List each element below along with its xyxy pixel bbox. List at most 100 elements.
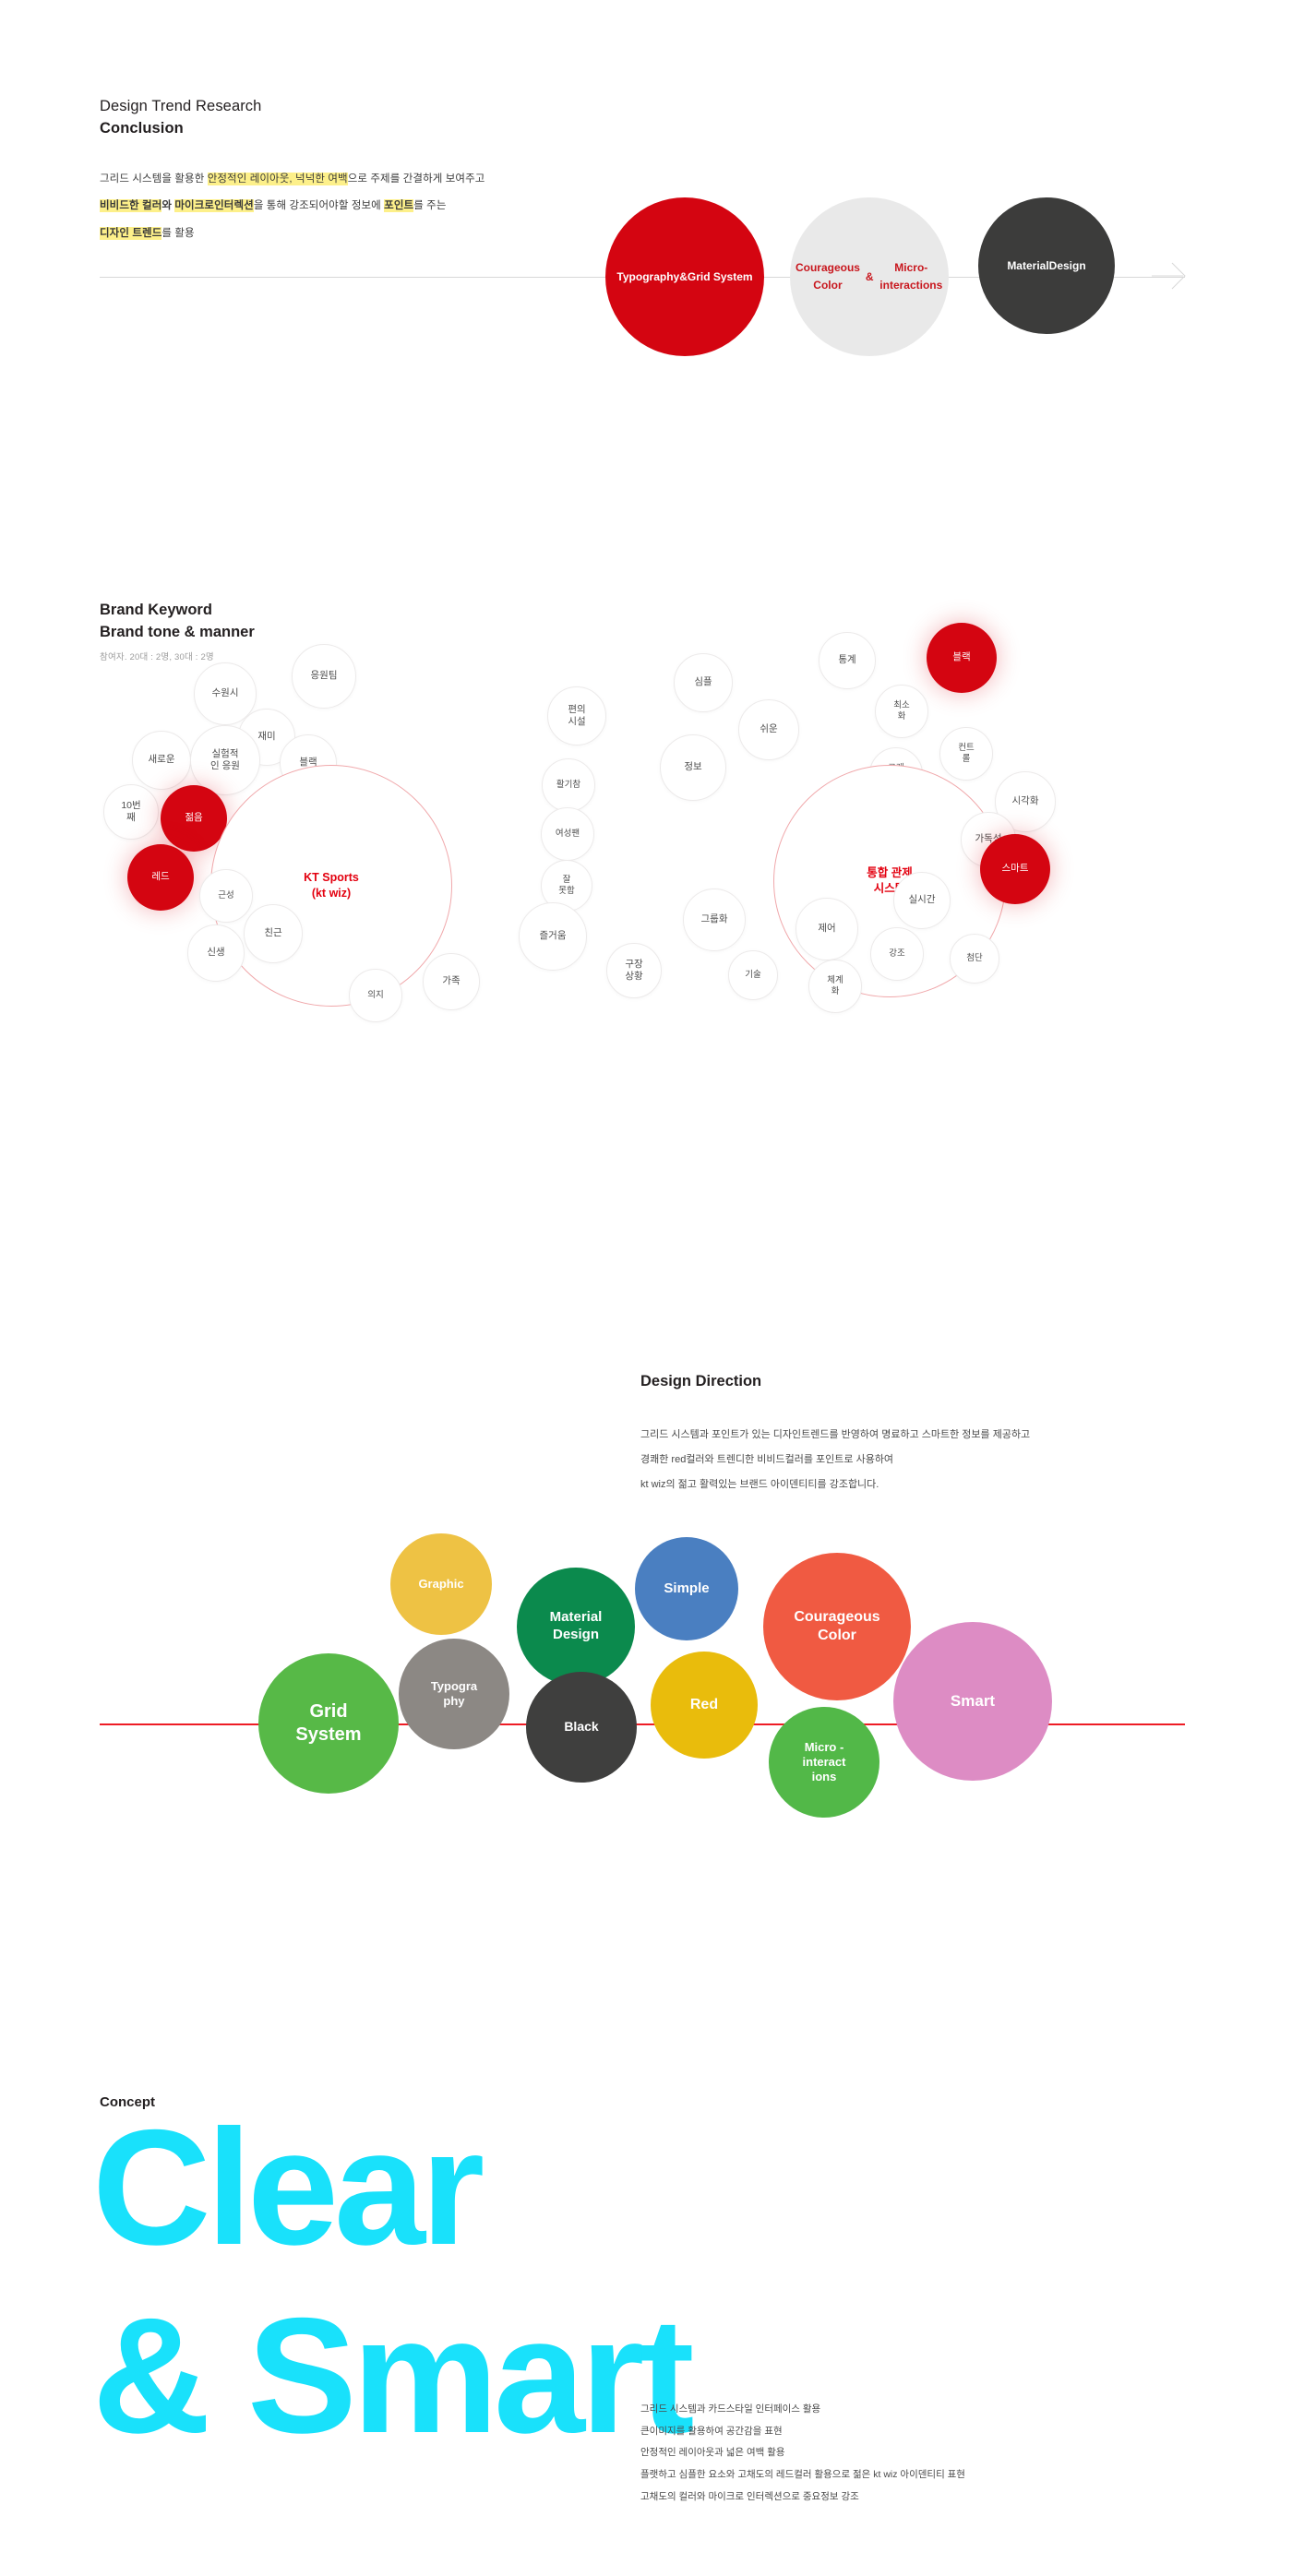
keyword-bubble-label: 강조	[889, 948, 905, 959]
trend-circle-courageous-color[interactable]: Courageous Color & Micro-interactions	[790, 197, 949, 356]
direction-keyword-circle[interactable]: Courageous Color	[763, 1553, 911, 1700]
section-heading: Design Trend Research Conclusion	[100, 96, 261, 140]
keyword-bubble-label: 친근	[264, 927, 282, 939]
trend-circle-label-line: Typography	[616, 269, 680, 283]
keyword-bubble[interactable]: 정보	[660, 734, 726, 801]
keyword-bubble[interactable]: 컨트 롤	[939, 727, 993, 781]
keyword-bubble-label: 잘 못함	[558, 874, 575, 896]
direction-keyword-label: Micro - interact ions	[802, 1739, 846, 1784]
keyword-bubble-label: 기술	[745, 969, 761, 980]
keyword-bubble[interactable]: 레드	[127, 844, 194, 911]
trend-circle-label-line: &	[679, 269, 688, 283]
trend-circle-material-design[interactable]: Material Design	[978, 197, 1115, 334]
direction-keyword-circle[interactable]: Graphic	[390, 1533, 492, 1635]
keyword-bubble[interactable]: 실험적 인 응원	[190, 725, 260, 795]
keyword-bubble[interactable]: 의지	[349, 969, 402, 1022]
keyword-bubble[interactable]: 새로운	[132, 731, 191, 790]
direction-keyword-circle[interactable]: Grid System	[258, 1653, 399, 1794]
keyword-bubble-label: 편의 시설	[568, 703, 586, 727]
keyword-bubble-label: 응원팀	[310, 670, 338, 682]
keyword-bubble[interactable]: 블랙	[927, 623, 997, 693]
keyword-bubble[interactable]: 기술	[728, 950, 778, 1000]
keyword-bubble[interactable]: 스마트	[980, 834, 1050, 904]
keyword-bubble-label: 블랙	[952, 651, 971, 663]
keyword-bubble-label: 최소 화	[893, 699, 910, 722]
concept-headline-line1: Clear	[92, 2095, 484, 2279]
keyword-bubble-label: 10번 째	[121, 799, 141, 823]
keyword-bubble[interactable]: 친근	[244, 904, 303, 963]
keyword-bubble[interactable]: 젊음	[161, 785, 227, 852]
keyword-bubble[interactable]: 여성팬	[541, 807, 594, 861]
direction-keyword-label: Smart	[950, 1692, 996, 1711]
concept-note-line: 고채도의 컬러와 마이크로 인터렉션으로 중요정보 강조	[640, 2490, 859, 2502]
keyword-bubble-label: 쉬운	[760, 723, 778, 735]
design-direction-text: 그리드 시스템과 포인트가 있는 디자인트렌드를 반영하여 명료하고 스마트한 …	[640, 1423, 1030, 1497]
keyword-bubble[interactable]: 첨단	[950, 934, 999, 984]
keyword-bubble-label: 정보	[684, 761, 702, 773]
page-title: Conclusion	[100, 119, 184, 137]
direction-keyword-circle[interactable]: Micro - interact ions	[769, 1707, 879, 1818]
concept-section: Concept Clear & Smart 그리드 시스템과 카드스타일 인터페…	[0, 2067, 1292, 2576]
brand-keyword-section: Brand Keyword Brand tone & manner 참여자. 2…	[0, 554, 1292, 1292]
keyword-bubble-label: 구장 상황	[625, 958, 643, 982]
keyword-bubble[interactable]: 근성	[199, 869, 253, 923]
trend-circle-label-line: Grid System	[687, 269, 753, 283]
keyword-bubble[interactable]: 심플	[674, 653, 733, 712]
design-trend-research-section: Design Trend Research Conclusion 그리드 시스템…	[0, 0, 1292, 517]
keyword-bubble[interactable]: 즐거움	[519, 902, 587, 971]
direction-keyword-label: Black	[564, 1719, 599, 1735]
keyword-bubble-label: 그룹화	[700, 913, 728, 925]
keyword-bubble-label: 젊음	[185, 812, 203, 824]
keyword-bubble-label: 레드	[151, 871, 170, 883]
direction-keyword-circle[interactable]: Red	[651, 1652, 758, 1759]
concept-note-line: 그리드 시스템과 카드스타일 인터페이스 활용	[640, 2403, 821, 2415]
direction-keyword-circle[interactable]: Simple	[635, 1537, 738, 1640]
direction-keyword-circle[interactable]: Material Design	[517, 1568, 635, 1686]
keyword-bubble[interactable]: 강조	[870, 927, 924, 981]
keyword-bubble[interactable]: 체계 화	[808, 960, 862, 1013]
keyword-bubble-label: KT Sports (kt wiz)	[304, 871, 359, 900]
keyword-bubble[interactable]: 응원팀	[292, 644, 356, 709]
concept-note-line: 안정적인 레이아웃과 넓은 여백 활용	[640, 2447, 785, 2459]
concept-headline-line2: & Smart	[92, 2284, 695, 2467]
direction-keyword-label: Typogra phy	[430, 1678, 478, 1708]
direction-text-line: kt wiz의 젊고 활력있는 브랜드 아이덴티티를 강조합니다.	[640, 1478, 879, 1490]
concept-note-line: 플랫하고 심플한 요소와 고채도의 레드컬러 활용으로 젊은 kt wiz 아이…	[640, 2468, 965, 2480]
direction-keyword-label: Graphic	[418, 1576, 464, 1591]
keyword-bubble[interactable]: 통계	[819, 632, 876, 689]
arrow-right-icon	[1152, 262, 1186, 290]
section-eyebrow: Design Trend Research	[100, 98, 262, 114]
keyword-bubble-label: 실시간	[908, 894, 936, 906]
keyword-bubble-label: 의지	[367, 989, 384, 1000]
keyword-bubble-label: 심플	[694, 676, 712, 688]
keyword-bubble[interactable]: 그룹화	[683, 888, 746, 951]
keyword-bubble-label: 시각화	[1011, 795, 1039, 807]
keyword-bubble-label: 수원시	[211, 687, 239, 699]
keyword-bubble[interactable]: 활기참	[542, 758, 595, 812]
trend-text-line: 비비드한 컬러와 마이크로인터렉션을 통해 강조되어야할 정보에 포인트를 주는	[100, 199, 447, 213]
keyword-bubble-label: 통계	[838, 654, 856, 666]
keyword-bubble-label: 여성팬	[555, 828, 580, 839]
keyword-bubble[interactable]: 최소 화	[875, 685, 928, 738]
keyword-bubble-label: 가족	[442, 975, 461, 987]
direction-keyword-circle[interactable]: Smart	[893, 1622, 1052, 1781]
trend-circle-label-line: Material	[1007, 258, 1049, 272]
keyword-bubble-label: 활기참	[556, 779, 581, 790]
keyword-bubble[interactable]: 쉬운	[738, 699, 799, 760]
keyword-bubble[interactable]: 구장 상황	[606, 943, 662, 998]
keyword-bubble[interactable]: 10번 째	[103, 784, 159, 840]
design-direction-section: Design Direction 그리드 시스템과 포인트가 있는 디자인트렌드…	[0, 1329, 1292, 2067]
trend-circle-typography-grid[interactable]: Typography & Grid System	[605, 197, 764, 356]
keyword-bubble-label: 스마트	[1001, 863, 1029, 875]
keyword-bubble-label: 제어	[818, 923, 836, 935]
keyword-bubble[interactable]: 신생	[187, 924, 245, 982]
keyword-bubble[interactable]: 편의 시설	[547, 686, 606, 745]
direction-keyword-circle[interactable]: Black	[526, 1672, 637, 1783]
keyword-bubble[interactable]: 실시간	[893, 872, 951, 929]
direction-keyword-circle[interactable]: Typogra phy	[399, 1639, 509, 1749]
trend-circle-label-line: Courageous Color	[795, 261, 860, 292]
keyword-bubble-label: 근성	[218, 889, 234, 900]
keyword-bubble[interactable]: 가족	[423, 953, 480, 1010]
keyword-bubble[interactable]: 제어	[796, 898, 858, 960]
keyword-bubble-label: 첨단	[966, 952, 983, 963]
